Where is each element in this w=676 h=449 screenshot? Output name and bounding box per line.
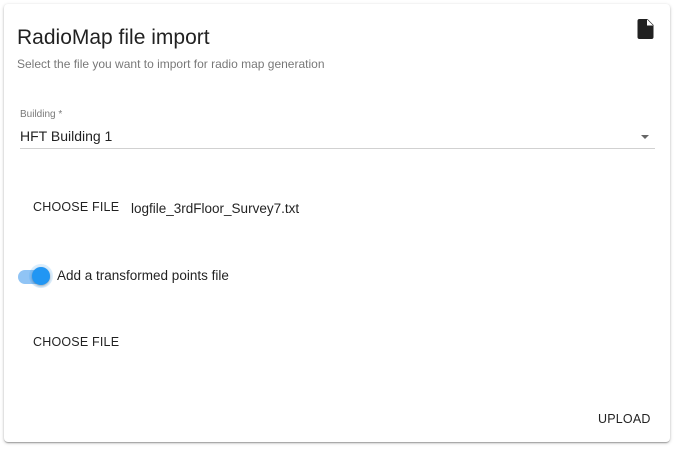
- radiomap-import-dialog: RadioMap file import Select the file you…: [4, 4, 670, 442]
- dialog-subtitle: Select the file you want to import for r…: [17, 57, 325, 71]
- toggle-thumb: [32, 267, 50, 285]
- choose-log-file-button[interactable]: CHOOSE FILE: [33, 200, 119, 214]
- file-icon[interactable]: [637, 19, 654, 39]
- dialog-title: RadioMap file import: [17, 26, 210, 49]
- building-select-value: HFT Building 1: [20, 128, 113, 144]
- selected-log-filename: logfile_3rdFloor_Survey7.txt: [131, 201, 300, 216]
- transformed-points-toggle-label: Add a transformed points file: [57, 268, 229, 283]
- building-select-label: Building *: [20, 109, 63, 120]
- building-select[interactable]: Building * HFT Building 1: [20, 107, 655, 149]
- choose-transformed-points-file-button[interactable]: CHOOSE FILE: [33, 335, 119, 349]
- dropdown-arrow-icon: [641, 135, 649, 139]
- transformed-points-toggle[interactable]: [16, 264, 53, 288]
- select-underline: [20, 148, 655, 149]
- upload-button[interactable]: UPLOAD: [598, 412, 651, 426]
